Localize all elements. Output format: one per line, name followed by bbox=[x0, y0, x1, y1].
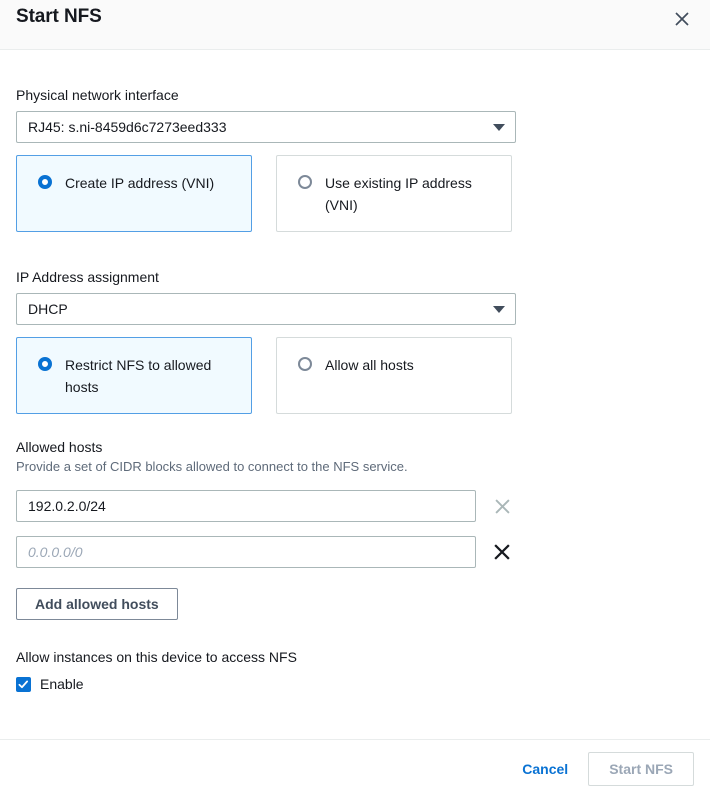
remove-allowed-host-button[interactable] bbox=[486, 490, 518, 522]
close-icon bbox=[494, 498, 511, 515]
host-mode-option-allow-all-label: Allow all hosts bbox=[325, 357, 414, 373]
cancel-button[interactable]: Cancel bbox=[510, 753, 580, 785]
physical-interface-label: Physical network interface bbox=[16, 87, 179, 103]
physical-interface-select[interactable]: RJ45: s.ni-8459d6c7273eed333 bbox=[16, 111, 516, 143]
host-mode-option-allow-all[interactable]: Allow all hosts bbox=[276, 337, 512, 414]
allowed-hosts-title: Allowed hosts bbox=[16, 439, 103, 455]
host-mode-option-restrict[interactable]: Restrict NFS to allowed hosts bbox=[16, 337, 252, 414]
allowed-hosts-description: Provide a set of CIDR blocks allowed to … bbox=[16, 459, 408, 474]
host-mode-radio-group: Restrict NFS to allowed hosts Allow all … bbox=[16, 337, 694, 414]
ip-assignment-select[interactable]: DHCP bbox=[16, 293, 516, 325]
radio-icon-selected bbox=[38, 175, 52, 189]
radio-icon-unselected bbox=[298, 357, 312, 371]
page-title: Start NFS bbox=[16, 6, 102, 27]
modal-body: Physical network interface RJ45: s.ni-84… bbox=[0, 86, 710, 693]
ip-mode-radio-group: Create IP address (VNI) Use existing IP … bbox=[16, 155, 694, 232]
instance-access-label: Allow instances on this device to access… bbox=[16, 649, 297, 665]
modal-header: Start NFS bbox=[0, 0, 710, 50]
remove-allowed-host-button[interactable] bbox=[486, 536, 518, 568]
physical-interface-value: RJ45: s.ni-8459d6c7273eed333 bbox=[28, 119, 227, 135]
ip-assignment-label: IP Address assignment bbox=[16, 269, 159, 285]
checkbox-checked-icon bbox=[16, 676, 31, 692]
ip-mode-option-existing-label: Use existing IP address (VNI) bbox=[325, 175, 472, 213]
close-icon bbox=[493, 543, 511, 561]
start-nfs-button[interactable]: Start NFS bbox=[588, 751, 694, 786]
ip-assignment-value: DHCP bbox=[28, 301, 68, 317]
ip-mode-option-create-label: Create IP address (VNI) bbox=[65, 175, 215, 191]
allowed-host-row bbox=[16, 536, 694, 568]
add-allowed-hosts-button[interactable]: Add allowed hosts bbox=[16, 588, 178, 620]
allowed-host-row bbox=[16, 490, 694, 522]
start-nfs-modal: Start NFS Physical network interface RJ4… bbox=[0, 0, 710, 797]
allowed-host-input[interactable] bbox=[16, 490, 476, 522]
close-button[interactable] bbox=[668, 5, 696, 33]
enable-instance-access-label: Enable bbox=[40, 676, 84, 692]
radio-icon-unselected bbox=[298, 175, 312, 189]
chevron-down-icon bbox=[493, 306, 505, 313]
close-icon bbox=[674, 11, 690, 27]
chevron-down-icon bbox=[493, 124, 505, 131]
host-mode-option-restrict-label: Restrict NFS to allowed hosts bbox=[65, 357, 212, 395]
ip-mode-option-existing[interactable]: Use existing IP address (VNI) bbox=[276, 155, 512, 232]
modal-footer: Cancel Start NFS bbox=[0, 739, 710, 797]
allowed-host-input[interactable] bbox=[16, 536, 476, 568]
ip-mode-option-create[interactable]: Create IP address (VNI) bbox=[16, 155, 252, 232]
radio-icon-selected bbox=[38, 357, 52, 371]
enable-instance-access-checkbox[interactable]: Enable bbox=[16, 675, 694, 693]
